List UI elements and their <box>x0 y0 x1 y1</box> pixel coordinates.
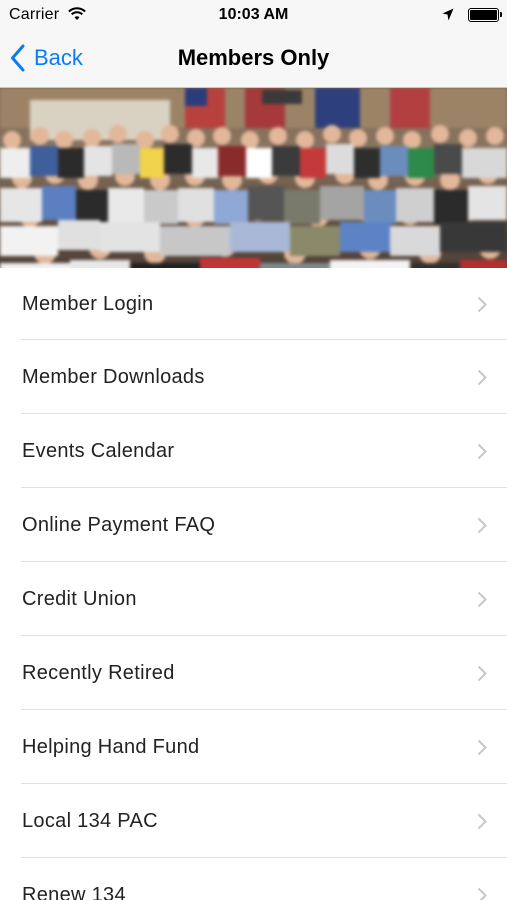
chevron-right-icon <box>477 369 487 385</box>
menu-item-label: Credit Union <box>22 587 137 610</box>
chevron-right-icon <box>477 517 487 533</box>
menu-item-recently-retired[interactable]: Recently Retired <box>0 636 507 710</box>
status-bar: Carrier 10:03 AM <box>0 0 507 30</box>
battery-icon <box>468 8 502 22</box>
menu-item-member-downloads[interactable]: Member Downloads <box>0 340 507 414</box>
chevron-right-icon <box>477 887 487 900</box>
location-arrow-icon <box>442 8 454 26</box>
chevron-right-icon <box>477 739 487 755</box>
chevron-right-icon <box>477 443 487 459</box>
menu-item-helping-hand-fund[interactable]: Helping Hand Fund <box>0 710 507 784</box>
page-title: Members Only <box>177 45 330 70</box>
menu-item-online-payment-faq[interactable]: Online Payment FAQ <box>0 488 507 562</box>
navigation-bar: Back Members Only <box>0 30 507 88</box>
menu-item-label: Local 134 PAC <box>22 809 158 832</box>
menu-item-label: Online Payment FAQ <box>22 513 216 536</box>
menu-item-events-calendar[interactable]: Events Calendar <box>0 414 507 488</box>
chevron-right-icon <box>477 665 487 681</box>
menu-item-label: Helping Hand Fund <box>22 735 200 758</box>
menu-item-credit-union[interactable]: Credit Union <box>0 562 507 636</box>
menu-item-label: Member Login <box>22 292 154 315</box>
menu-item-label: Events Calendar <box>22 439 175 462</box>
menu-item-member-login[interactable]: Member Login <box>0 268 507 340</box>
menu-item-label: Renew 134 <box>22 883 126 900</box>
menu-item-label: Recently Retired <box>22 661 175 684</box>
menu-item-label: Member Downloads <box>22 365 205 388</box>
group-photo <box>0 88 507 283</box>
menu-item-local-134-pac[interactable]: Local 134 PAC <box>0 784 507 858</box>
menu-item-renew-134[interactable]: Renew 134 <box>0 858 507 900</box>
members-menu-list: Member Login Member Downloads Events Cal… <box>0 268 507 900</box>
chevron-right-icon <box>477 296 487 312</box>
chevron-right-icon <box>477 591 487 607</box>
chevron-right-icon <box>477 813 487 829</box>
status-time: 10:03 AM <box>218 6 289 23</box>
